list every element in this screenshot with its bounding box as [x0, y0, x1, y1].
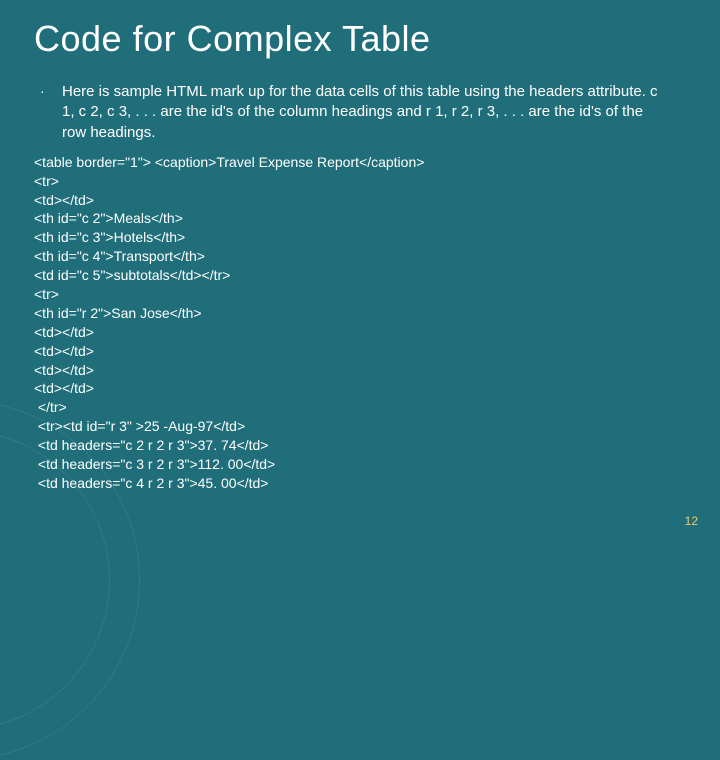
bullet-text: Here is sample HTML mark up for the data…: [62, 82, 686, 143]
bullet-item: · Here is sample HTML mark up for the da…: [34, 82, 686, 143]
slide-content: Code for Complex Table · Here is sample …: [0, 0, 720, 493]
slide-title: Code for Complex Table: [34, 18, 686, 60]
code-block: <table border="1"> <caption>Travel Expen…: [34, 153, 686, 493]
page-number: 12: [685, 514, 698, 528]
bullet-marker: ·: [34, 82, 62, 143]
